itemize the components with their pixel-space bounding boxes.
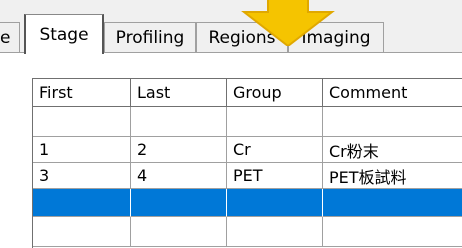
cell-last[interactable]: 2 — [131, 137, 227, 163]
table-row[interactable]: 1 2 Cr Cr粉末 — [33, 137, 462, 163]
table-row[interactable]: 3 4 PET PET板試料 — [33, 163, 462, 189]
cell-first[interactable]: 1 — [33, 137, 131, 163]
cell-comment[interactable] — [323, 189, 462, 217]
cell-group[interactable] — [227, 189, 323, 217]
cell-comment[interactable] — [323, 107, 462, 137]
cell-group[interactable] — [227, 107, 323, 137]
tab-label: Profiling — [115, 27, 185, 48]
cell-last[interactable] — [131, 217, 227, 247]
arrow-down-icon — [241, 0, 335, 46]
cell-comment[interactable]: PET板試料 — [323, 163, 462, 189]
cell-group[interactable]: Cr — [227, 137, 323, 163]
column-header-last[interactable]: Last — [131, 79, 227, 107]
cell-comment[interactable] — [323, 217, 462, 247]
cell-last[interactable]: 4 — [131, 163, 227, 189]
tab-label: Stage — [39, 24, 89, 45]
table-row[interactable] — [33, 217, 462, 247]
tab-stage[interactable]: Stage — [24, 14, 104, 54]
tab-label: e — [0, 27, 11, 48]
grid-header: First Last Group Comment — [33, 79, 462, 107]
regions-grid: First Last Group Comment 1 2 Cr Cr粉末 3 4… — [32, 78, 462, 248]
cell-first[interactable]: 3 — [33, 163, 131, 189]
cell-first[interactable] — [33, 107, 131, 137]
cell-first[interactable] — [33, 189, 131, 217]
column-header-comment[interactable]: Comment — [323, 79, 462, 107]
tab-previous[interactable]: e — [0, 22, 20, 52]
tab-bar: e Stage Profiling Regions Imaging — [0, 0, 462, 58]
column-header-group[interactable]: Group — [227, 79, 323, 107]
cell-group[interactable]: PET — [227, 163, 323, 189]
table-row-selected[interactable] — [33, 189, 462, 217]
table-row[interactable] — [33, 107, 462, 137]
cell-comment[interactable]: Cr粉末 — [323, 137, 462, 163]
cell-last[interactable] — [131, 189, 227, 217]
cell-first[interactable] — [33, 217, 131, 247]
tab-profiling[interactable]: Profiling — [104, 22, 196, 52]
column-header-first[interactable]: First — [33, 79, 131, 107]
cell-last[interactable] — [131, 107, 227, 137]
cell-group[interactable] — [227, 217, 323, 247]
